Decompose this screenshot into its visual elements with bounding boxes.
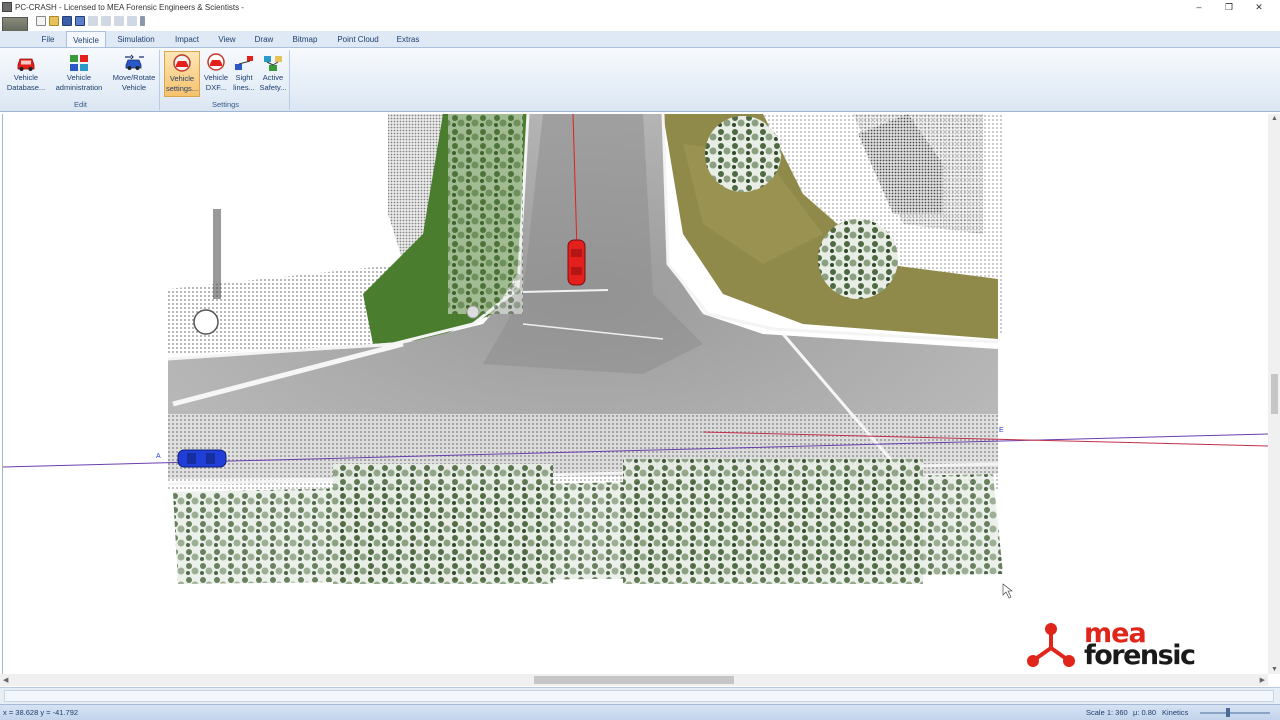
active-safety-label: Active Safety...: [259, 73, 287, 92]
status-bar: x = 38.628 y = -41.792 Scale 1: 360 μ: 0…: [0, 704, 1280, 720]
vehicle-settings-button[interactable]: Vehicle settings...: [164, 51, 200, 97]
drawing-canvas[interactable]: A E: [2, 114, 1268, 674]
ribbon-group-settings: Vehicle settings... Vehicle DXF... Sight…: [162, 50, 290, 110]
sight-lines-icon: [235, 56, 253, 70]
undo-icon[interactable]: [88, 16, 98, 26]
new-file-icon[interactable]: [36, 16, 46, 26]
command-bar: [0, 687, 1280, 704]
active-safety-button[interactable]: Active Safety...: [258, 51, 288, 97]
vehicle-settings-icon: [173, 54, 191, 72]
vehicle-database-label: Vehicle Database...: [6, 73, 46, 92]
save-as-icon[interactable]: [75, 16, 85, 26]
tab-view[interactable]: View: [212, 31, 242, 48]
vehicle-administration-label: Vehicle administration: [55, 73, 103, 92]
settings-group-label: Settings: [211, 100, 240, 109]
maximize-button[interactable]: ❐: [1214, 0, 1244, 14]
redo-icon[interactable]: [101, 16, 111, 26]
red-car-icon: [17, 58, 35, 71]
scroll-right-icon[interactable]: ▶: [1260, 676, 1265, 684]
move-rotate-vehicle-button[interactable]: Move/Rotate Vehicle: [110, 51, 158, 97]
tab-point-cloud[interactable]: Point Cloud: [330, 31, 386, 48]
tab-bitmap[interactable]: Bitmap: [286, 31, 324, 48]
vehicle-dxf-button[interactable]: Vehicle DXF...: [202, 51, 230, 97]
vehicle-dxf-icon: [207, 53, 225, 71]
horizontal-scrollbar[interactable]: ◀ ▶: [0, 674, 1268, 686]
title-bar: PC-CRASH - Licensed to MEA Forensic Engi…: [0, 0, 1280, 14]
customize-qat-icon[interactable]: [140, 16, 145, 26]
tab-draw[interactable]: Draw: [248, 31, 280, 48]
vertical-scrollbar[interactable]: ▲ ▼: [1268, 114, 1280, 674]
zoom-slider[interactable]: [1200, 712, 1270, 714]
minimize-button[interactable]: –: [1184, 0, 1214, 14]
tab-simulation[interactable]: Simulation: [110, 31, 162, 48]
mouse-cursor-icon: [1002, 583, 1013, 599]
sight-lines-label: Sight lines...: [233, 73, 255, 92]
zoom-slider-knob[interactable]: [1226, 708, 1230, 717]
vertical-scroll-thumb[interactable]: [1271, 374, 1278, 414]
cursor-coordinates: x = 38.628 y = -41.792: [3, 708, 79, 717]
brand-forensic-text: forensic: [1084, 640, 1196, 671]
open-folder-icon[interactable]: [49, 16, 59, 26]
scroll-down-icon[interactable]: ▼: [1271, 666, 1278, 673]
tab-extras[interactable]: Extras: [392, 31, 424, 48]
quick-access-toolbar: [36, 16, 145, 26]
tab-vehicle[interactable]: Vehicle: [66, 31, 106, 48]
mea-forensic-emblem-icon: [1027, 623, 1075, 667]
command-input[interactable]: [4, 690, 1274, 702]
marker-a: A: [156, 453, 161, 460]
ribbon-panel: Vehicle Database... Vehicle administrati…: [0, 47, 1280, 112]
mode-readout: Kinetics: [1162, 708, 1189, 717]
save-icon[interactable]: [62, 16, 72, 26]
vehicle-administration-icon: [70, 55, 88, 71]
vehicle-administration-button[interactable]: Vehicle administration: [50, 51, 108, 97]
vehicle-settings-label: Vehicle settings...: [165, 74, 199, 93]
tab-file[interactable]: File: [32, 31, 64, 48]
copy-icon[interactable]: [114, 16, 124, 26]
blue-vehicle[interactable]: [177, 449, 227, 468]
app-icon: [2, 2, 12, 12]
tab-impact[interactable]: Impact: [166, 31, 208, 48]
active-safety-icon: [264, 56, 282, 71]
ribbon-group-edit: Vehicle Database... Vehicle administrati…: [2, 50, 160, 110]
move-rotate-car-icon: [125, 54, 144, 70]
ribbon-tabs: File Vehicle Simulation Impact View Draw…: [0, 31, 1280, 48]
edit-group-label: Edit: [74, 100, 87, 109]
window-title: PC-CRASH - Licensed to MEA Forensic Engi…: [15, 2, 244, 12]
marker-e: E: [999, 427, 1004, 434]
paste-icon[interactable]: [127, 16, 137, 26]
horizontal-scroll-thumb[interactable]: [534, 676, 734, 684]
sight-lines-button[interactable]: Sight lines...: [230, 51, 258, 97]
mea-forensic-logo: mea forensic: [1024, 620, 1234, 676]
vehicle-dxf-label: Vehicle DXF...: [203, 73, 229, 92]
vehicle-database-button[interactable]: Vehicle Database...: [4, 51, 48, 97]
scale-readout: Scale 1: 360: [1086, 708, 1128, 717]
scroll-up-icon[interactable]: ▲: [1271, 115, 1278, 122]
scroll-left-icon[interactable]: ◀: [3, 676, 8, 684]
friction-readout: μ: 0.80: [1133, 708, 1157, 717]
point-cloud-scene: A E: [3, 114, 1268, 599]
move-rotate-vehicle-label: Move/Rotate Vehicle: [112, 73, 156, 92]
close-button[interactable]: ✕: [1244, 0, 1274, 14]
red-vehicle[interactable]: [567, 239, 586, 286]
